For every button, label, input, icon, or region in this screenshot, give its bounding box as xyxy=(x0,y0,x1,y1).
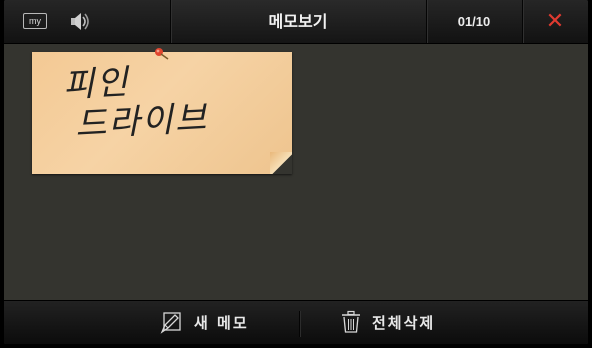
delete-all-button[interactable]: 전체삭제 xyxy=(340,301,490,344)
my-menu-button[interactable]: my xyxy=(23,13,47,29)
memo-line-1: 피인 xyxy=(62,62,131,106)
close-button[interactable]: ✕ xyxy=(522,0,588,43)
bottom-toolbar: 새 메모 전체삭제 xyxy=(4,300,588,344)
top-bar: my 메모보기 01/10 ✕ xyxy=(4,0,588,44)
new-memo-button[interactable]: 새 메모 xyxy=(160,301,290,344)
memo-list: 피인 드라이브 xyxy=(4,44,588,300)
close-icon: ✕ xyxy=(545,9,565,34)
divider xyxy=(299,311,300,337)
trash-icon xyxy=(342,310,360,333)
screen: my 메모보기 01/10 ✕ 피인 드라이브 새 메모 전체삭제 xyxy=(4,0,588,344)
new-memo-label: 새 메모 xyxy=(194,314,249,332)
device-frame: my 메모보기 01/10 ✕ 피인 드라이브 새 메모 전체삭제 xyxy=(0,0,592,348)
speaker-icon[interactable] xyxy=(68,8,94,38)
memo-line-2: 드라이브 xyxy=(74,98,210,146)
pencil-icon xyxy=(160,311,181,334)
page-counter: 01/10 xyxy=(457,14,491,29)
memo-note[interactable]: 피인 드라이브 xyxy=(32,48,292,174)
page-curl xyxy=(270,152,292,174)
page-title: 메모보기 xyxy=(268,12,328,31)
memo-handwriting: 피인 드라이브 xyxy=(62,58,209,145)
delete-all-label: 전체삭제 xyxy=(372,314,436,332)
